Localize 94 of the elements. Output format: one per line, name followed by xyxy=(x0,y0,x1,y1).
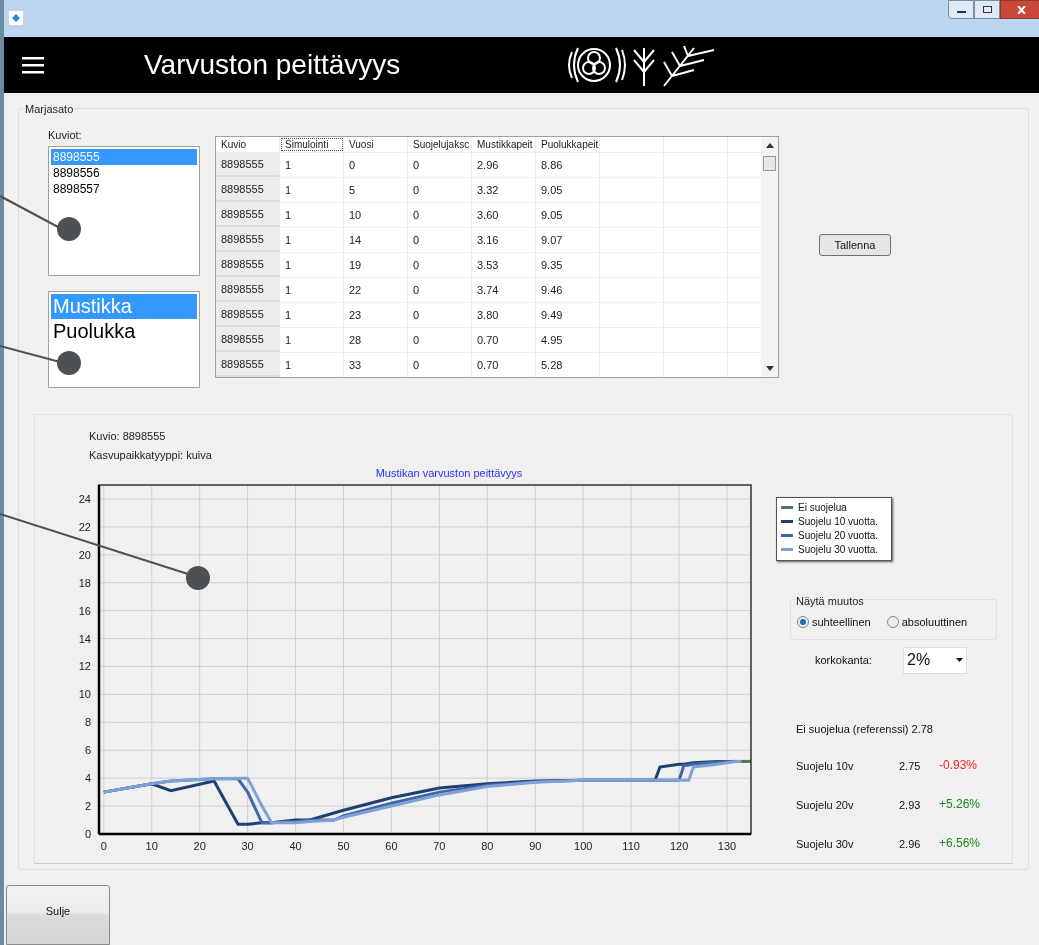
table-cell: 0 xyxy=(408,353,472,377)
table-cell: 9.49 xyxy=(536,303,600,327)
table-cell: 0.70 xyxy=(472,328,536,352)
table-cell: 1 xyxy=(280,328,344,352)
result-label: Suojelu 10v xyxy=(796,759,855,772)
y-tick-label: 0 xyxy=(84,828,91,840)
table-cell: 19 xyxy=(344,253,408,277)
list-label: Kuviot: xyxy=(48,128,83,143)
y-tick-label: 14 xyxy=(78,632,91,645)
x-tick-label: 60 xyxy=(385,840,398,852)
result-value: 2.93 xyxy=(899,798,922,811)
table-cell: 3.53 xyxy=(472,253,536,277)
result-change: +5.26% xyxy=(939,797,981,811)
table-cell: 3.60 xyxy=(472,203,536,227)
interest-label: korkokanta: xyxy=(815,652,873,668)
table-cell: 1 xyxy=(280,303,344,327)
legend-label: Suojelu 10 vuotta. xyxy=(798,515,879,529)
info-text: Kuvio: 8898555 xyxy=(89,428,167,444)
result-value: 2.75 xyxy=(899,759,922,772)
y-tick-label: 18 xyxy=(78,576,91,589)
table-cell: 1 xyxy=(280,203,344,227)
table-cell: 3.80 xyxy=(472,303,536,327)
legend-label: Suojelu 30 vuotta. xyxy=(798,543,879,557)
table-cell: 9.05 xyxy=(536,178,600,202)
table-cell: 2.96 xyxy=(472,153,536,177)
x-tick-label: 0 xyxy=(100,840,107,852)
table-cell: 0 xyxy=(408,203,472,227)
y-tick-label: 12 xyxy=(78,660,91,673)
table-cell: 0 xyxy=(344,153,408,177)
table-cell: 5 xyxy=(344,178,408,202)
y-tick-label: 4 xyxy=(84,772,91,785)
table-cell: 1 xyxy=(280,353,344,377)
x-tick-label: 70 xyxy=(433,840,446,852)
result-label: Suojelu 20v xyxy=(796,798,855,811)
x-tick-label: 130 xyxy=(717,840,737,852)
table-cell: 0 xyxy=(408,153,472,177)
table-cell: 1 xyxy=(280,153,344,177)
x-tick-label: 50 xyxy=(337,840,350,852)
y-tick-label: 16 xyxy=(78,604,91,617)
table-cell: 3.74 xyxy=(472,278,536,302)
table-cell: 1 xyxy=(280,178,344,202)
app-title: Varvuston peittävyys xyxy=(144,48,402,82)
y-tick-label: 8 xyxy=(84,716,91,729)
result-change: -0.93% xyxy=(939,758,978,772)
table-cell: 9.46 xyxy=(536,278,600,302)
table-cell: 5.28 xyxy=(536,353,600,377)
table-cell: 8.86 xyxy=(536,153,600,177)
x-tick-label: 110 xyxy=(622,840,640,852)
table-cell: 9.05 xyxy=(536,203,600,227)
table-cell: 22 xyxy=(344,278,408,302)
x-tick-label: 10 xyxy=(145,840,158,852)
x-tick-label: 20 xyxy=(193,840,206,852)
table-cell: 9.07 xyxy=(536,228,600,252)
result-value: 2.96 xyxy=(899,837,922,850)
result-label: Suojelu 30v xyxy=(796,837,855,850)
chart-title: Mustikan varvuston peittävyys xyxy=(375,465,523,481)
x-tick-label: 120 xyxy=(669,840,689,852)
reference-text: Ei suojelua (referenssi) 2.78 xyxy=(796,721,934,737)
table-cell: 1 xyxy=(280,228,344,252)
table-cell: 0.70 xyxy=(472,353,536,377)
x-tick-label: 40 xyxy=(289,840,302,852)
table-cell: 4.95 xyxy=(536,328,600,352)
table-cell: 0 xyxy=(408,278,472,302)
table-cell: 0 xyxy=(408,178,472,202)
y-tick-label: 10 xyxy=(78,688,91,701)
table-cell: 1 xyxy=(280,278,344,302)
table-cell: 3.16 xyxy=(472,228,536,252)
table-cell: 28 xyxy=(344,328,408,352)
table-cell: 23 xyxy=(344,303,408,327)
info-text: Kasvupaikkatyyppi: kuiva xyxy=(89,447,213,463)
radio-label: suhteellinen xyxy=(812,615,871,630)
table-cell: 0 xyxy=(408,228,472,252)
table-cell: 33 xyxy=(344,353,408,377)
x-tick-label: 30 xyxy=(241,840,254,852)
legend-label: Ei suojelua xyxy=(798,501,847,515)
result-change: +6.56% xyxy=(939,836,981,850)
table-cell: 0 xyxy=(408,328,472,352)
x-tick-label: 90 xyxy=(529,840,542,852)
x-tick-label: 80 xyxy=(481,840,494,852)
table-cell: 0 xyxy=(408,253,472,277)
y-tick-label: 22 xyxy=(78,520,91,533)
radio-label: absoluuttinen xyxy=(901,615,968,630)
legend-label: Suojelu 20 vuotta. xyxy=(798,529,879,543)
table-cell: 3.32 xyxy=(472,178,536,202)
table-cell: 0 xyxy=(408,303,472,327)
table-cell: 1 xyxy=(280,253,344,277)
y-tick-label: 2 xyxy=(84,800,91,813)
y-tick-label: 24 xyxy=(78,492,91,505)
x-tick-label: 100 xyxy=(574,840,593,852)
table-cell: 10 xyxy=(344,203,408,227)
table-cell: 14 xyxy=(344,228,408,252)
y-tick-label: 20 xyxy=(78,548,91,561)
table-cell: 9.35 xyxy=(536,253,600,277)
y-tick-label: 6 xyxy=(84,744,91,757)
